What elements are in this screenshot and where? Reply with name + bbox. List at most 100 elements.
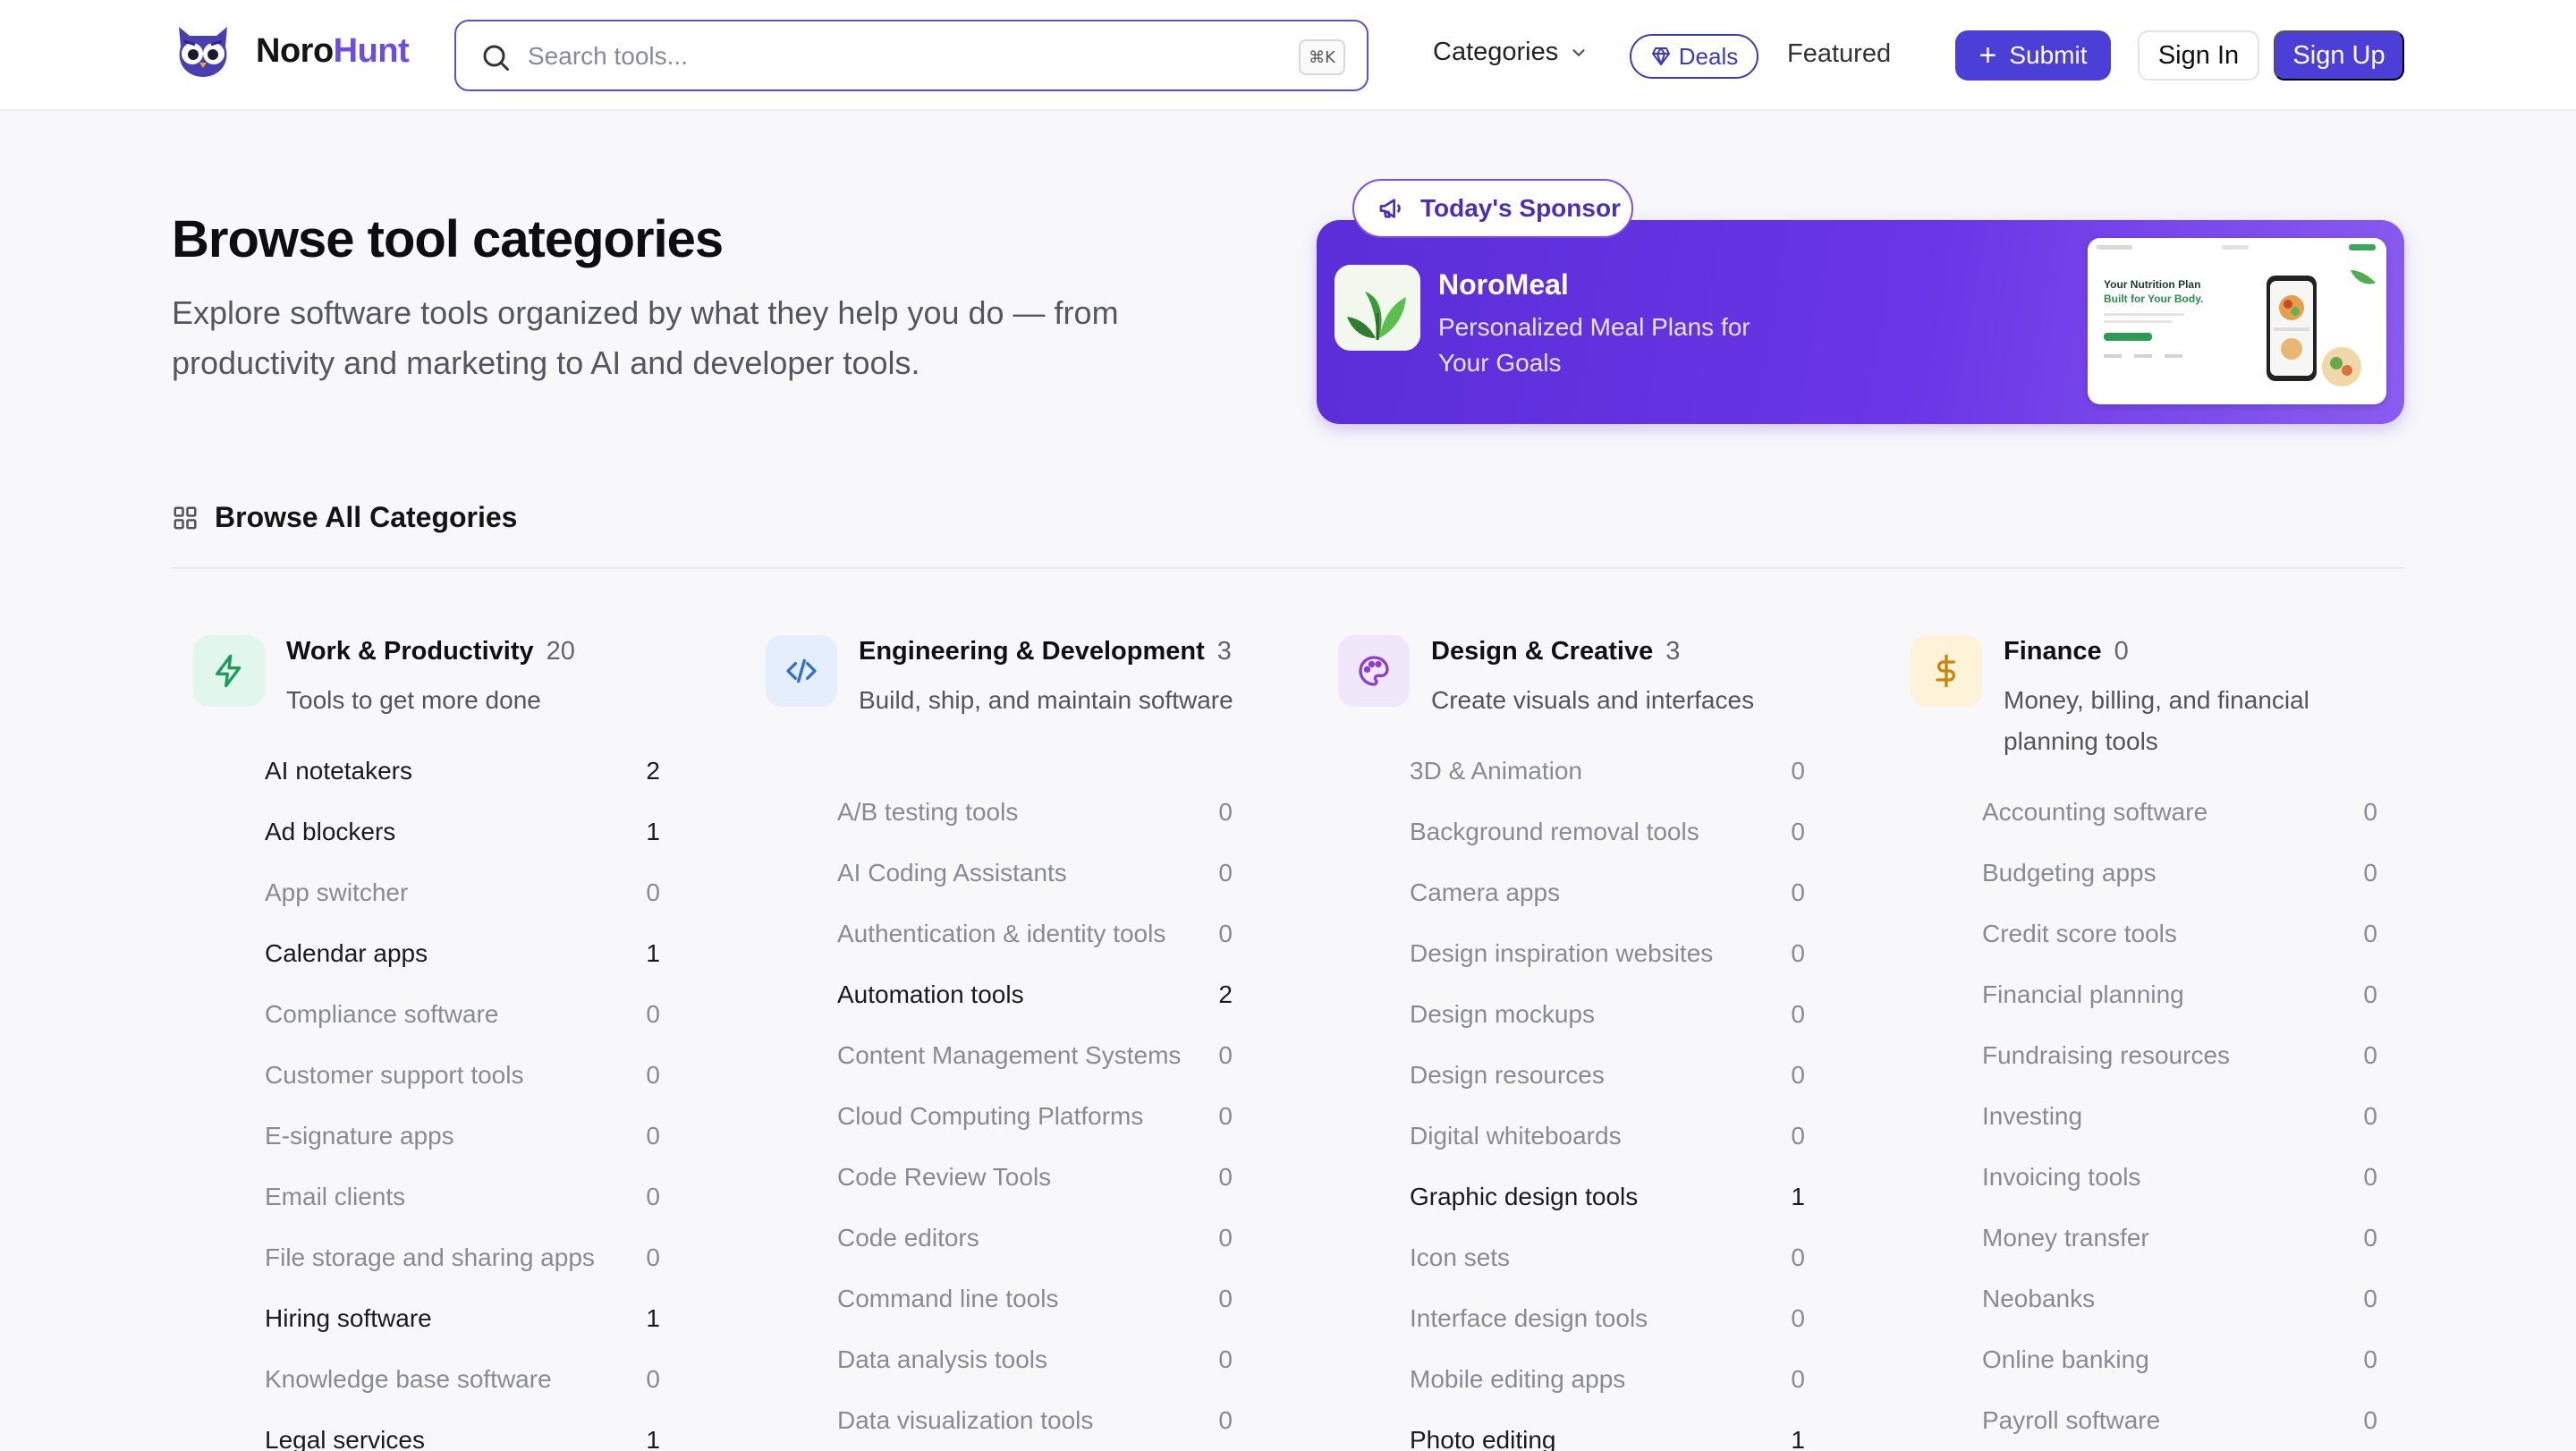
subcategory-item[interactable]: Interface design tools 0 — [1410, 1288, 1812, 1349]
subcategory-item[interactable]: Photo editing 1 — [1410, 1410, 1812, 1451]
search-box[interactable]: ⌘K — [454, 20, 1368, 91]
category-title[interactable]: Finance 0 — [2004, 637, 2129, 666]
lightning-icon — [216, 654, 242, 688]
subcategory-list: Accounting software 0 Budgeting apps 0 Cre… — [1982, 782, 2385, 1451]
category-title[interactable]: Engineering & Development 3 — [859, 637, 1232, 666]
sponsor-preview-image[interactable]: Your Nutrition Plan Built for Your Body. — [2088, 238, 2386, 404]
sponsor-tag-label: Today's Sponsor — [1420, 194, 1621, 222]
subcategory-item[interactable]: Graphic design tools 1 — [1410, 1167, 1812, 1227]
subcategory-item[interactable]: Neobanks 0 — [1982, 1269, 2385, 1329]
subcategory-item[interactable]: Credit score tools 0 — [1982, 904, 2385, 964]
category-description: Tools to get more done — [286, 686, 541, 714]
subcategory-item[interactable]: A/B testing tools 0 — [837, 782, 1240, 843]
preview-heading-line-1: Your Nutrition Plan — [2104, 278, 2200, 291]
category-header[interactable]: Finance 0 Money, billing, and financial p… — [1889, 632, 2390, 755]
subcategory-item[interactable]: File storage and sharing apps 0 — [265, 1227, 667, 1288]
subcategory-item[interactable]: Code Review Tools 0 — [837, 1147, 1240, 1208]
subcategory-item[interactable]: Compliance software 0 — [265, 984, 667, 1045]
subcategory-item[interactable]: Authentication & identity tools 0 — [837, 904, 1240, 964]
dollar-icon — [1936, 654, 1955, 688]
featured-link[interactable]: Featured — [1787, 39, 1891, 69]
subcategory-item[interactable]: Cloud Computing Platforms 0 — [837, 1086, 1240, 1147]
subcategory-item[interactable]: Data visualization tools 0 — [837, 1390, 1240, 1451]
subcategory-item[interactable]: Automation tools 2 — [837, 964, 1240, 1025]
leaf-icon — [1335, 265, 1420, 351]
subcategory-item[interactable]: AI Coding Assistants 0 — [837, 843, 1240, 904]
category-design-creative: Design & Creative 3 Create visuals and in… — [1317, 632, 1818, 1451]
subcategory-item[interactable]: Content Management Systems 0 — [837, 1025, 1240, 1086]
subcategory-item[interactable]: Money transfer 0 — [1982, 1208, 2385, 1269]
page-subtitle: Explore software tools organized by what… — [172, 294, 1119, 381]
subcategory-item[interactable]: Background removal tools 0 — [1410, 802, 1812, 862]
subcategory-item[interactable]: Accounting software 0 — [1982, 782, 2385, 843]
category-header[interactable]: Work & Productivity 20 Tools to get more … — [172, 632, 673, 714]
sign-up-button[interactable]: Sign Up — [2274, 30, 2404, 81]
chevron-down-icon — [1572, 48, 1585, 56]
category-header[interactable]: Engineering & Development 3 Build, ship, … — [744, 632, 1245, 714]
subcategory-item[interactable]: Hiring software 1 — [265, 1288, 667, 1349]
categories-label: Categories — [1433, 38, 1559, 66]
subcategory-item[interactable]: Icon sets 0 — [1410, 1227, 1812, 1288]
category-icon-tile — [193, 635, 265, 707]
grid-icon — [174, 506, 197, 529]
subcategory-item[interactable]: Knowledge base software 0 — [265, 1349, 667, 1410]
category-description: Create visuals and interfaces — [1431, 686, 1755, 714]
category-icon-tile — [1338, 635, 1410, 707]
preview-heading-line-2: Built for Your Body. — [2104, 293, 2203, 305]
section-divider — [172, 567, 2404, 569]
subcategory-item[interactable]: Legal services 1 — [265, 1410, 667, 1451]
category-header[interactable]: Design & Creative 3 Create visuals and in… — [1317, 632, 1818, 714]
subcategory-item[interactable]: Fundraising resources 0 — [1982, 1025, 2385, 1086]
subcategory-item[interactable]: Design inspiration websites 0 — [1410, 923, 1812, 984]
subcategory-item[interactable]: Ad blockers 1 — [265, 802, 667, 862]
submit-label: Submit — [2009, 41, 2088, 69]
subcategory-item[interactable]: Online banking 0 — [1982, 1329, 2385, 1390]
category-icon-tile — [766, 635, 837, 707]
subcategory-item[interactable]: App switcher 0 — [265, 862, 667, 923]
subcategory-item[interactable]: Invoicing tools 0 — [1982, 1147, 2385, 1208]
browse-all-categories-heading: Browse All Categories — [172, 501, 517, 534]
deals-link[interactable]: Deals — [1630, 34, 1758, 79]
subcategory-item[interactable]: Budgeting apps 0 — [1982, 843, 2385, 904]
category-title[interactable]: Design & Creative 3 — [1431, 637, 1680, 666]
subcategory-item[interactable]: Design resources 0 — [1410, 1045, 1812, 1106]
subcategory-item[interactable]: Mobile editing apps 0 — [1410, 1349, 1812, 1410]
subcategory-item[interactable]: E-signature apps 0 — [265, 1106, 667, 1167]
category-title[interactable]: Work & Productivity 20 — [286, 637, 575, 666]
megaphone-icon — [1379, 199, 1401, 218]
subcategory-item[interactable]: Digital whiteboards 0 — [1410, 1106, 1812, 1167]
subcategory-list: A/B testing tools 0 AI Coding Assistants 0… — [837, 782, 1240, 1451]
subcategory-item[interactable]: 3D & Animation 0 — [1410, 741, 1812, 802]
subcategory-item[interactable]: Code editors 0 — [837, 1208, 1240, 1269]
subcategory-item[interactable]: Design mockups 0 — [1410, 984, 1812, 1045]
search-input[interactable] — [528, 34, 1279, 79]
code-icon — [786, 658, 817, 683]
submit-button[interactable]: + Submit — [1955, 30, 2111, 81]
sponsor-description: Personalized Meal Plans for Your Goals — [1438, 313, 1750, 377]
subcategory-item[interactable]: Calendar apps 1 — [265, 923, 667, 984]
subcategory-item[interactable]: Payroll software 0 — [1982, 1390, 2385, 1451]
subcategory-item[interactable]: Financial planning 0 — [1982, 964, 2385, 1025]
category-engineering-development: Engineering & Development 3 Build, ship, … — [744, 632, 1245, 1434]
category-icon-tile — [1911, 635, 1982, 707]
subcategory-item[interactable]: Investing 0 — [1982, 1086, 2385, 1147]
sign-in-button[interactable]: Sign In — [2138, 30, 2259, 81]
deals-label: Deals — [1678, 42, 1739, 70]
subcategory-item[interactable]: Customer support tools 0 — [265, 1045, 667, 1106]
page-title: Browse tool categories — [172, 210, 724, 268]
subcategory-item[interactable]: Email clients 0 — [265, 1167, 667, 1227]
sponsor-name[interactable]: NoroMeal — [1438, 268, 1569, 301]
palette-icon — [1359, 656, 1389, 686]
category-count: 3 — [1216, 637, 1232, 666]
subcategory-item[interactable]: Camera apps 0 — [1410, 862, 1812, 923]
subcategory-item[interactable]: Data analysis tools 0 — [837, 1329, 1240, 1390]
subcategory-item[interactable]: Command line tools 0 — [837, 1269, 1240, 1329]
diamond-icon — [1651, 47, 1670, 65]
sponsor-logo — [1335, 265, 1420, 351]
subcategory-item[interactable]: AI notetakers 2 — [265, 741, 667, 802]
categories-dropdown[interactable]: Categories — [1433, 38, 1589, 67]
browse-heading-label: Browse All Categories — [215, 501, 518, 533]
category-description: Money, billing, and financial planning t… — [2004, 686, 2309, 755]
logo-link[interactable]: NoroHunt — [172, 21, 410, 81]
sponsor-tag: Today's Sponsor — [1352, 179, 1633, 238]
